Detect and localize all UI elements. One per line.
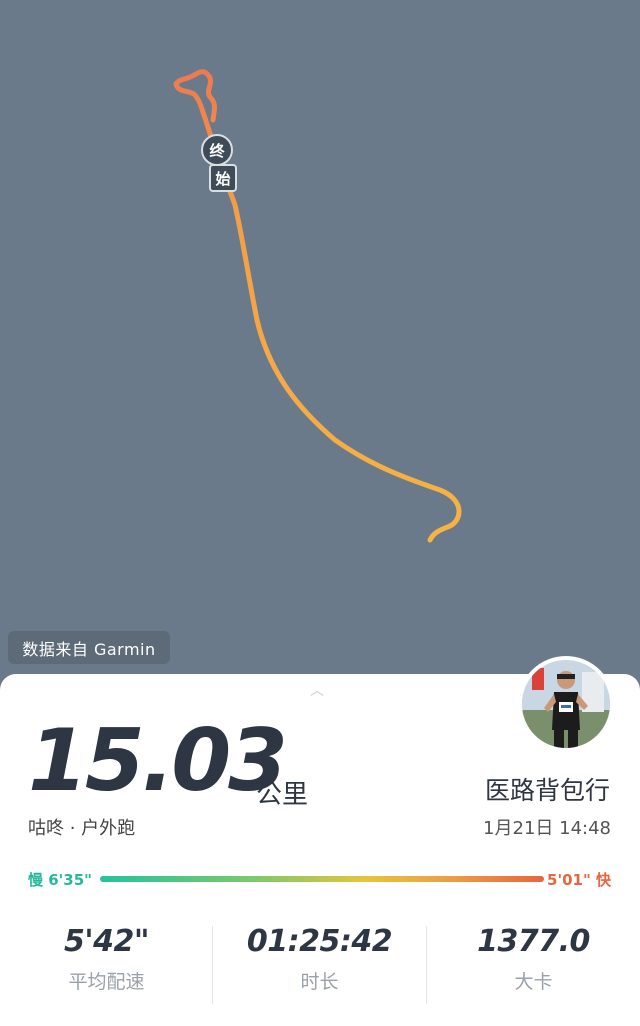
start-marker-label: 始 (215, 169, 231, 188)
activity-type: 咕咚 · 户外跑 (28, 818, 136, 839)
pace-fast-label: 5'01" 快 (547, 871, 611, 889)
distance-unit: 公里 (256, 780, 309, 810)
avg-pace-label: 平均配速 (68, 971, 145, 993)
duration-label: 时长 (300, 971, 339, 993)
data-source-text: 数据来自 Garmin (22, 639, 156, 659)
runner-photo-icon (522, 660, 610, 748)
user-avatar[interactable] (518, 656, 614, 752)
stat-duration: 01:25:42 时长 (213, 924, 426, 994)
chevron-up-icon[interactable]: ︿ (310, 680, 324, 700)
route-start-marker: 始 (209, 164, 237, 192)
user-name[interactable]: 医路背包行 (485, 771, 610, 807)
route-end-marker: 终 (201, 134, 233, 166)
duration-value: 01:25:42 (246, 924, 393, 959)
end-marker-label: 终 (209, 141, 225, 160)
pace-gradient-bar (100, 876, 544, 882)
data-source-badge: 数据来自 Garmin (8, 631, 170, 664)
stat-avg-pace: 5'42" 平均配速 (0, 924, 213, 994)
activity-datetime: 1月21日 14:48 (483, 818, 611, 839)
distance-value: 15.03 (28, 711, 288, 811)
calories-label: 大卡 (514, 971, 553, 993)
route-path-layer (173, 69, 462, 543)
calories-value: 1377.0 (477, 924, 590, 959)
pace-slow-label: 慢 6'35" (28, 871, 92, 889)
route-map[interactable]: 终 始 (0, 0, 640, 700)
stat-calories: 1377.0 大卡 (427, 924, 640, 994)
avg-pace-value: 5'42" (64, 924, 149, 959)
